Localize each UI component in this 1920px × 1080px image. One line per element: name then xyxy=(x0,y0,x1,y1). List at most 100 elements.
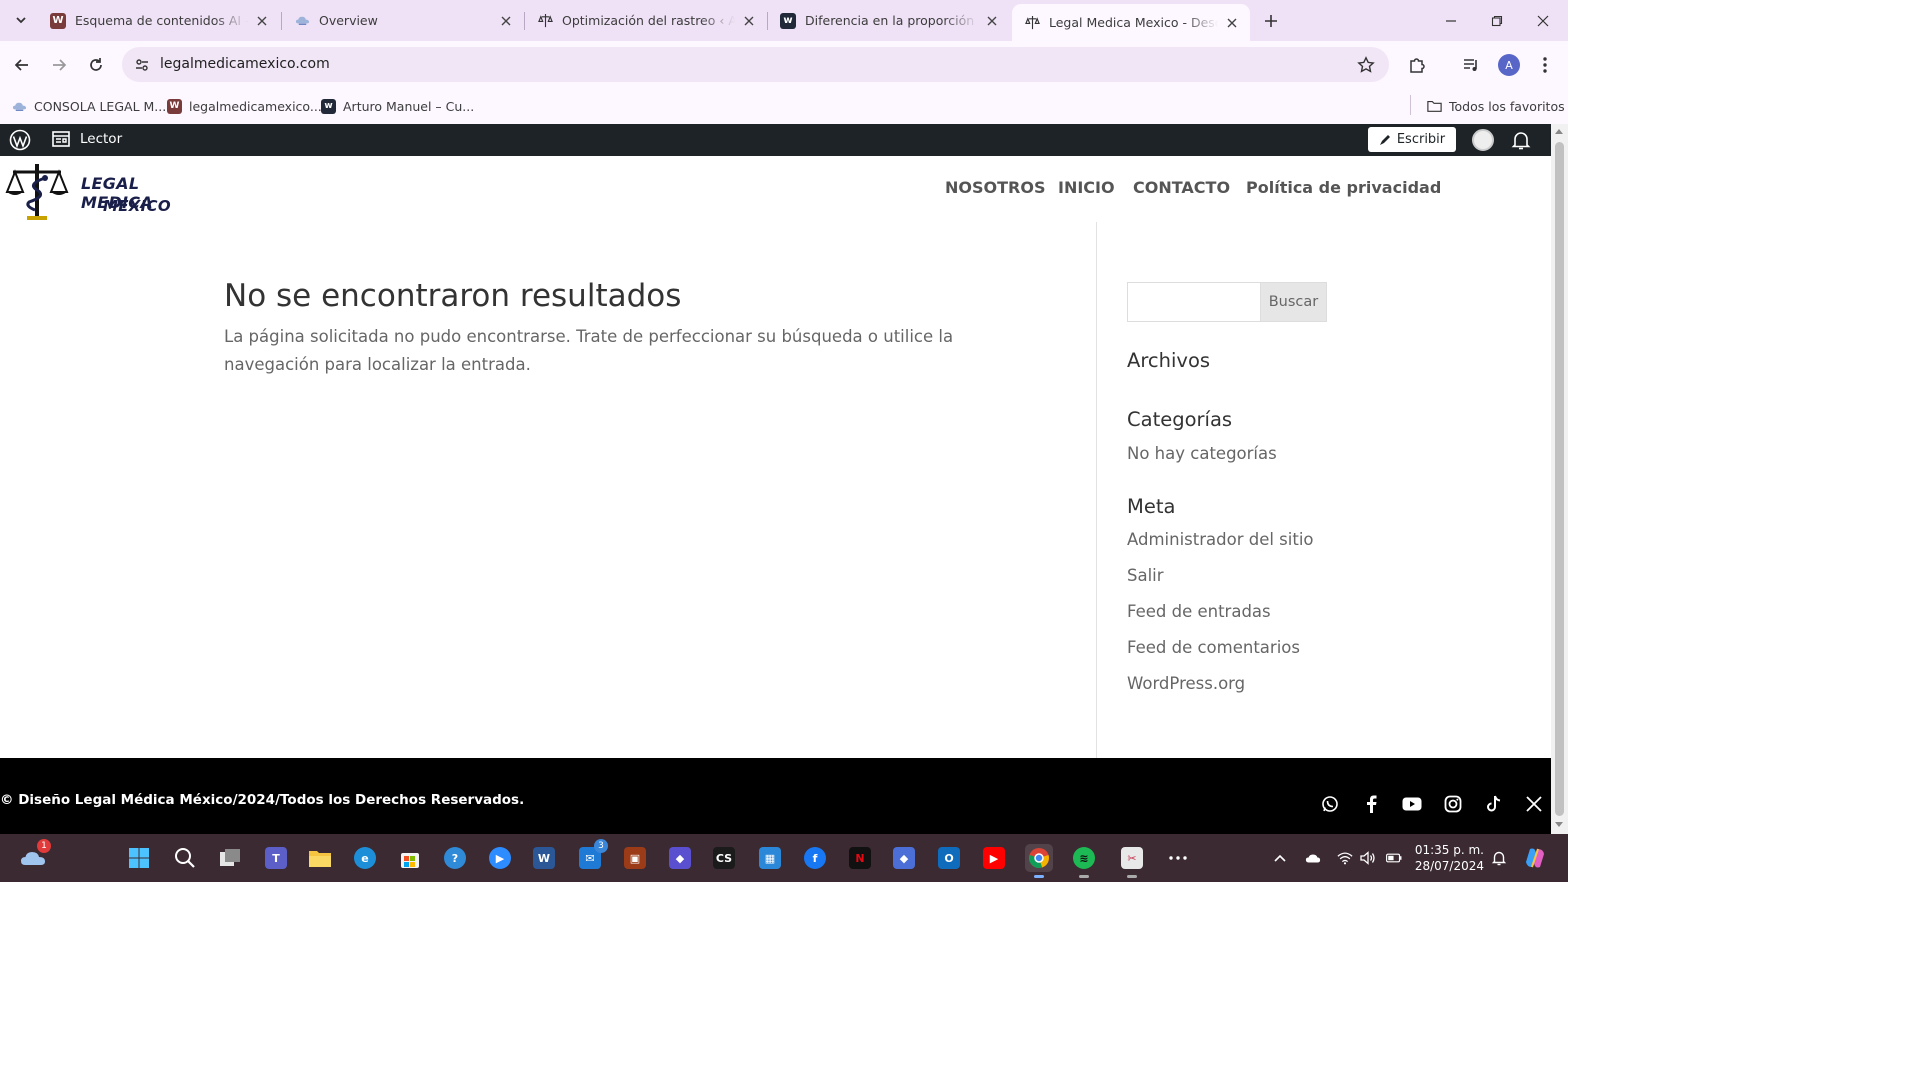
edge-app[interactable]: e xyxy=(351,844,379,872)
file-explorer-app[interactable] xyxy=(306,844,334,872)
calculator-icon: ▦ xyxy=(759,847,781,869)
meta-link-comments-feed[interactable]: Feed de comentarios xyxy=(1127,638,1300,657)
browser-tab[interactable]: Optimización del rastreo ‹ Ajust xyxy=(525,0,767,41)
site-logo[interactable]: LEGAL MEDICA MÉXICO xyxy=(5,160,205,222)
outlook-app[interactable]: O xyxy=(935,844,963,872)
app-orange[interactable]: ▣ xyxy=(621,844,649,872)
x-icon[interactable] xyxy=(1524,794,1544,814)
netflix-app[interactable]: N xyxy=(846,844,874,872)
address-bar[interactable]: legalmedicamexico.com xyxy=(122,47,1389,82)
profile-avatar[interactable]: A xyxy=(1498,54,1520,76)
outlook-icon: O xyxy=(938,847,960,869)
close-window-button[interactable] xyxy=(1520,0,1566,41)
meta-link-entries-feed[interactable]: Feed de entradas xyxy=(1127,602,1271,621)
weather-widget[interactable]: 1 xyxy=(19,839,51,872)
bookmark-item[interactable]: w Arturo Manuel – Cu... xyxy=(321,96,474,116)
bell-icon[interactable] xyxy=(1510,129,1532,151)
wordpress-logo-icon[interactable] xyxy=(9,129,31,151)
browser-tab[interactable]: W Esquema de contenidos AI - Wi xyxy=(38,0,280,41)
snipping-tool-app[interactable]: ✂ xyxy=(1118,844,1146,878)
extensions-button[interactable] xyxy=(1402,50,1432,80)
search-input[interactable] xyxy=(1127,282,1261,322)
help-app[interactable]: ? xyxy=(441,844,469,872)
close-tab-icon[interactable] xyxy=(984,13,1000,29)
store-app[interactable] xyxy=(396,844,424,872)
show-hidden-icons-button[interactable] xyxy=(1272,850,1288,866)
nav-privacy-policy[interactable]: Política de privacidad xyxy=(1246,178,1441,197)
spotify-app[interactable]: ≋ xyxy=(1070,844,1098,878)
whatsapp-icon[interactable] xyxy=(1320,794,1340,814)
facebook-icon[interactable] xyxy=(1361,794,1381,814)
meta-link-wordpress-org[interactable]: WordPress.org xyxy=(1127,674,1245,693)
volume-tray[interactable] xyxy=(1360,850,1376,866)
notifications-tray[interactable] xyxy=(1491,850,1507,866)
browser-tab-active[interactable]: Legal Medica Mexico - Descubr xyxy=(1012,4,1250,41)
nav-inicio[interactable]: INICIO xyxy=(1058,178,1115,197)
taskbar-search-button[interactable] xyxy=(171,844,199,872)
new-tab-button[interactable] xyxy=(1259,9,1283,33)
onedrive-tray[interactable] xyxy=(1305,850,1321,866)
scroll-up-arrow-icon[interactable] xyxy=(1555,129,1563,134)
search-button[interactable]: Buscar xyxy=(1260,282,1327,322)
more-apps-button[interactable] xyxy=(1164,844,1192,872)
page-scrollbar[interactable] xyxy=(1551,124,1568,834)
copilot-tray[interactable] xyxy=(1524,847,1546,869)
chrome-app[interactable] xyxy=(1025,844,1053,878)
tab-search-button[interactable] xyxy=(8,7,34,33)
minimize-button[interactable] xyxy=(1428,0,1474,41)
scroll-down-arrow-icon[interactable] xyxy=(1555,822,1563,827)
app-purple[interactable]: ◆ xyxy=(666,844,694,872)
zoom-app[interactable]: ▶ xyxy=(486,844,514,872)
youtube-icon[interactable] xyxy=(1402,794,1422,814)
meta-link-site-admin[interactable]: Administrador del sitio xyxy=(1127,530,1314,549)
site-info-icon[interactable] xyxy=(130,53,154,77)
clock-date: 28/07/2024 xyxy=(1414,859,1484,873)
media-controls-button[interactable] xyxy=(1456,50,1486,80)
mail-app[interactable]: ✉ 3 xyxy=(576,839,608,872)
wifi-tray[interactable] xyxy=(1337,850,1353,866)
word-app[interactable]: W xyxy=(530,844,558,872)
close-tab-icon[interactable] xyxy=(498,13,514,29)
nav-contacto[interactable]: CONTACTO xyxy=(1133,178,1230,197)
browser-menu-button[interactable] xyxy=(1530,50,1560,80)
close-tab-icon[interactable] xyxy=(254,13,270,29)
tiktok-icon[interactable] xyxy=(1484,794,1504,814)
bookmark-item[interactable]: W legalmedicamexico.... xyxy=(167,96,326,116)
app-copilot[interactable]: ◆ xyxy=(890,844,918,872)
all-bookmarks-folder[interactable]: Todos los favoritos xyxy=(1427,96,1565,116)
scrollbar-thumb[interactable] xyxy=(1555,142,1564,816)
system-clock[interactable]: 01:35 p. m. 28/07/2024 xyxy=(1410,842,1484,874)
instagram-icon[interactable] xyxy=(1443,794,1463,814)
reload-button[interactable] xyxy=(81,50,111,80)
forward-button[interactable] xyxy=(44,50,74,80)
site-header: LEGAL MEDICA MÉXICO NOSOTROS INICIO CONT… xyxy=(0,156,1551,222)
url-text[interactable]: legalmedicamexico.com xyxy=(160,56,330,72)
user-avatar-icon[interactable] xyxy=(1472,129,1494,151)
calculator-app[interactable]: ▦ xyxy=(756,844,784,872)
close-tab-icon[interactable] xyxy=(1224,15,1240,31)
search-icon xyxy=(175,848,195,868)
browser-tab[interactable]: w Diferencia en la proporción de l xyxy=(768,0,1010,41)
cloud-icon xyxy=(12,99,27,114)
facebook-app[interactable]: f xyxy=(801,844,829,872)
w-dark-icon: w xyxy=(321,98,336,114)
logo-text-line2: MÉXICO xyxy=(103,197,171,215)
bookmark-item[interactable]: CONSOLA LEGAL M... xyxy=(12,96,166,116)
battery-tray[interactable] xyxy=(1386,850,1402,866)
nav-nosotros[interactable]: NOSOTROS xyxy=(945,178,1045,197)
bookmark-star-icon[interactable] xyxy=(1355,54,1377,76)
close-tab-icon[interactable] xyxy=(741,13,757,29)
write-button[interactable]: Escribir xyxy=(1368,127,1456,152)
teams-app[interactable]: T xyxy=(262,844,290,872)
back-button[interactable] xyxy=(7,50,37,80)
windows-logo-icon xyxy=(129,848,149,868)
youtube-app[interactable]: ▶ xyxy=(980,844,1008,872)
browser-tab[interactable]: Overview xyxy=(282,0,524,41)
reader-button[interactable]: Lector xyxy=(52,131,122,147)
start-button[interactable] xyxy=(125,844,153,872)
meta-link-logout[interactable]: Salir xyxy=(1127,566,1164,585)
store-icon xyxy=(401,853,419,868)
cs-app[interactable]: CS xyxy=(710,844,738,872)
task-view-button[interactable] xyxy=(216,844,244,872)
restore-button[interactable] xyxy=(1474,0,1520,41)
